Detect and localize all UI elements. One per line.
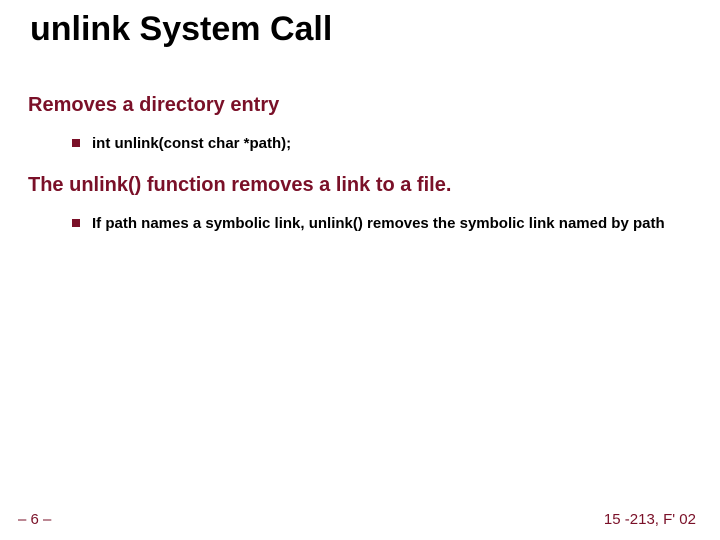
bullet-square-icon bbox=[72, 139, 80, 147]
course-label: 15 -213, F' 02 bbox=[604, 511, 696, 528]
slide: unlink System Call Removes a directory e… bbox=[0, 0, 720, 540]
bullet-symlink: If path names a symbolic link, unlink() … bbox=[72, 214, 692, 234]
subheading-function: The unlink() function removes a link to … bbox=[28, 174, 451, 197]
bullet-square-icon bbox=[72, 219, 80, 227]
bullet-signature: int unlink(const char *path); bbox=[72, 134, 291, 154]
subheading-removes: Removes a directory entry bbox=[28, 94, 279, 117]
bullet-symlink-text: If path names a symbolic link, unlink() … bbox=[92, 214, 665, 234]
page-number: – 6 – bbox=[18, 511, 51, 528]
bullet-signature-text: int unlink(const char *path); bbox=[92, 134, 291, 154]
slide-title: unlink System Call bbox=[30, 10, 332, 49]
